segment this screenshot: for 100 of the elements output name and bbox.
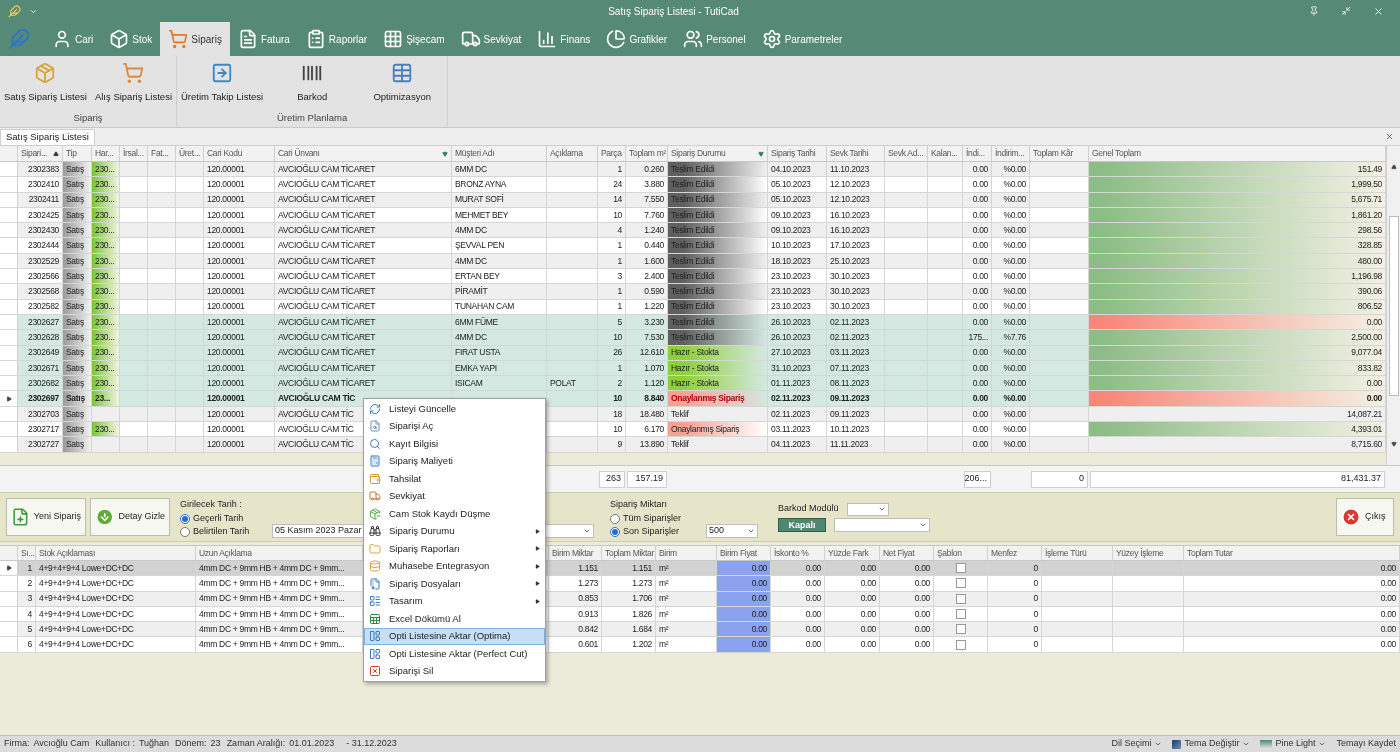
dropdown[interactable]: [846, 502, 889, 516]
column-header[interactable]: Sevk Tarihi: [827, 146, 885, 161]
status-menu[interactable]: Temayı Kaydet: [1336, 737, 1396, 751]
hide-details-button[interactable]: Detay Gizle: [90, 498, 170, 536]
menu-item[interactable]: Opti Listesine Aktar (Perfect Cut): [364, 645, 545, 663]
radio-button[interactable]: [610, 526, 620, 537]
column-header[interactable]: Menfez: [988, 546, 1042, 560]
column-header[interactable]: İndi...: [963, 146, 992, 161]
menu-item[interactable]: Opti Listesine Aktar (Optima): [364, 627, 545, 645]
column-header[interactable]: Fat...: [148, 146, 176, 161]
column-header[interactable]: Net Fiyat: [880, 546, 934, 560]
menu-item[interactable]: Muhasebe Entegrasyon: [364, 557, 545, 575]
status-menu[interactable]: Dil Seçimi: [1111, 737, 1163, 751]
close-icon[interactable]: [1373, 5, 1384, 17]
column-header[interactable]: Tip: [63, 146, 92, 161]
ribbon-tab[interactable]: Personel: [675, 22, 754, 56]
column-header[interactable]: Üret...: [176, 146, 204, 161]
column-header[interactable]: Stok Açıklaması: [36, 546, 196, 560]
column-header[interactable]: Sı...: [18, 546, 36, 560]
checkbox[interactable]: [955, 609, 966, 620]
column-header[interactable]: Toplam Miktar: [602, 546, 656, 560]
table-cell: ISICAM: [452, 376, 547, 391]
ribbon-button[interactable]: Alış Sipariş Listesi: [90, 62, 176, 105]
menu-item[interactable]: Tasarım: [364, 592, 545, 610]
checkbox[interactable]: [955, 593, 966, 604]
column-header[interactable]: Sipariş Tarihi: [768, 146, 827, 161]
column-header[interactable]: Kalan...: [928, 146, 963, 161]
column-header[interactable]: Parça: [598, 146, 626, 161]
restore-icon[interactable]: [1341, 6, 1351, 16]
menu-item[interactable]: Siparişi Sil: [364, 662, 545, 680]
ribbon-tab[interactable]: Grafikler: [598, 22, 676, 56]
column-header[interactable]: Yüzey İşleme: [1113, 546, 1184, 560]
ribbon-button[interactable]: Üretim Takip Listesi: [177, 62, 268, 105]
checkbox[interactable]: [955, 639, 966, 650]
ribbon-tab[interactable]: Sevkiyat: [452, 22, 530, 56]
ribbon-tab[interactable]: Finans: [529, 22, 599, 56]
column-header[interactable]: Sipariş Durumu: [668, 146, 768, 161]
ribbon-tab[interactable]: Parametreler: [753, 22, 851, 56]
ribbon-tab[interactable]: Sipariş: [160, 22, 230, 56]
ribbon-button[interactable]: Barkod: [267, 62, 358, 105]
ribbon-button[interactable]: Optimizasyon: [357, 62, 448, 105]
dropdown[interactable]: [834, 517, 930, 532]
column-header[interactable]: Toplam Kâr: [1030, 146, 1089, 161]
table-cell: 390.06: [1089, 284, 1386, 299]
scroll-up-icon[interactable]: [1390, 164, 1397, 170]
ribbon-tab[interactable]: Fatura: [229, 22, 298, 56]
menu-item[interactable]: Sevkiyat: [364, 487, 545, 505]
column-header[interactable]: Toplam m²: [626, 146, 668, 161]
column-header[interactable]: Birim Fiyat: [717, 546, 771, 560]
column-header[interactable]: Sipari...: [18, 146, 63, 161]
status-menu[interactable]: Pine Light: [1260, 737, 1327, 751]
column-header[interactable]: Birim: [656, 546, 717, 560]
count-dropdown[interactable]: 500: [706, 523, 758, 538]
column-header[interactable]: İskonto %: [771, 546, 825, 560]
ribbon-tab[interactable]: Stok: [101, 22, 161, 56]
menu-item[interactable]: Tahsilat: [364, 470, 545, 488]
column-header[interactable]: Birim Miktar: [549, 546, 602, 560]
scroll-thumb[interactable]: [1388, 215, 1399, 396]
checkbox[interactable]: [955, 563, 966, 574]
ribbon-tab[interactable]: Cari: [44, 22, 102, 56]
document-tab[interactable]: Satış Sipariş Listesi: [0, 129, 95, 145]
radio-button[interactable]: [610, 513, 620, 524]
menu-item[interactable]: Excel Dökümü Al: [364, 610, 545, 628]
menu-item[interactable]: Sipariş Maliyeti: [364, 452, 545, 470]
scrollbar[interactable]: [1386, 146, 1400, 465]
column-header[interactable]: Cari Kodu: [204, 146, 275, 161]
column-header[interactable]: Açıklama: [547, 146, 598, 161]
pin-icon[interactable]: [1309, 6, 1319, 16]
menu-item[interactable]: Sipariş Durumu: [364, 522, 545, 540]
column-header[interactable]: İndirim...: [992, 146, 1030, 161]
column-header[interactable]: Sevk Ad...: [885, 146, 928, 161]
close-icon[interactable]: [1385, 132, 1394, 141]
table-cell: Satış: [63, 177, 92, 192]
radio-button[interactable]: [180, 526, 190, 537]
radio-button[interactable]: [180, 513, 190, 524]
column-header[interactable]: Yüzde Fark: [825, 546, 880, 560]
ribbon-tab[interactable]: Şişecam: [375, 22, 453, 56]
column-header[interactable]: Cari Ünvanı: [275, 146, 452, 161]
column-header[interactable]: Har...: [92, 146, 120, 161]
row-header[interactable]: [0, 391, 18, 406]
checkbox[interactable]: [955, 578, 966, 589]
row-header[interactable]: [0, 561, 18, 576]
status-menu[interactable]: Tema Değiştir: [1172, 737, 1251, 751]
scroll-down-icon[interactable]: [1390, 441, 1397, 447]
column-header[interactable]: Şablon: [934, 546, 988, 560]
column-header[interactable]: Toplam Tutar: [1184, 546, 1400, 560]
menu-item[interactable]: Cam Stok Kaydı Düşme: [364, 505, 545, 523]
ribbon-tab[interactable]: Raporlar: [297, 22, 376, 56]
app-logo-icon[interactable]: [8, 28, 30, 50]
column-header[interactable]: İşleme Türü: [1042, 546, 1113, 560]
menu-item[interactable]: Sipariş Dosyaları: [364, 575, 545, 593]
column-header[interactable]: Müşteri Adı: [452, 146, 547, 161]
menu-item[interactable]: Sipariş Raporları: [364, 540, 545, 558]
ribbon-button[interactable]: Satış Sipariş Listesi: [0, 62, 91, 105]
app-logo-icon[interactable]: [8, 4, 21, 18]
new-order-button[interactable]: Yeni Sipariş: [6, 498, 86, 536]
exit-button[interactable]: Çıkış: [1336, 498, 1394, 536]
column-header[interactable]: İrsal...: [120, 146, 148, 161]
checkbox[interactable]: [955, 624, 966, 635]
toggle-button[interactable]: Kapalı: [778, 517, 826, 532]
